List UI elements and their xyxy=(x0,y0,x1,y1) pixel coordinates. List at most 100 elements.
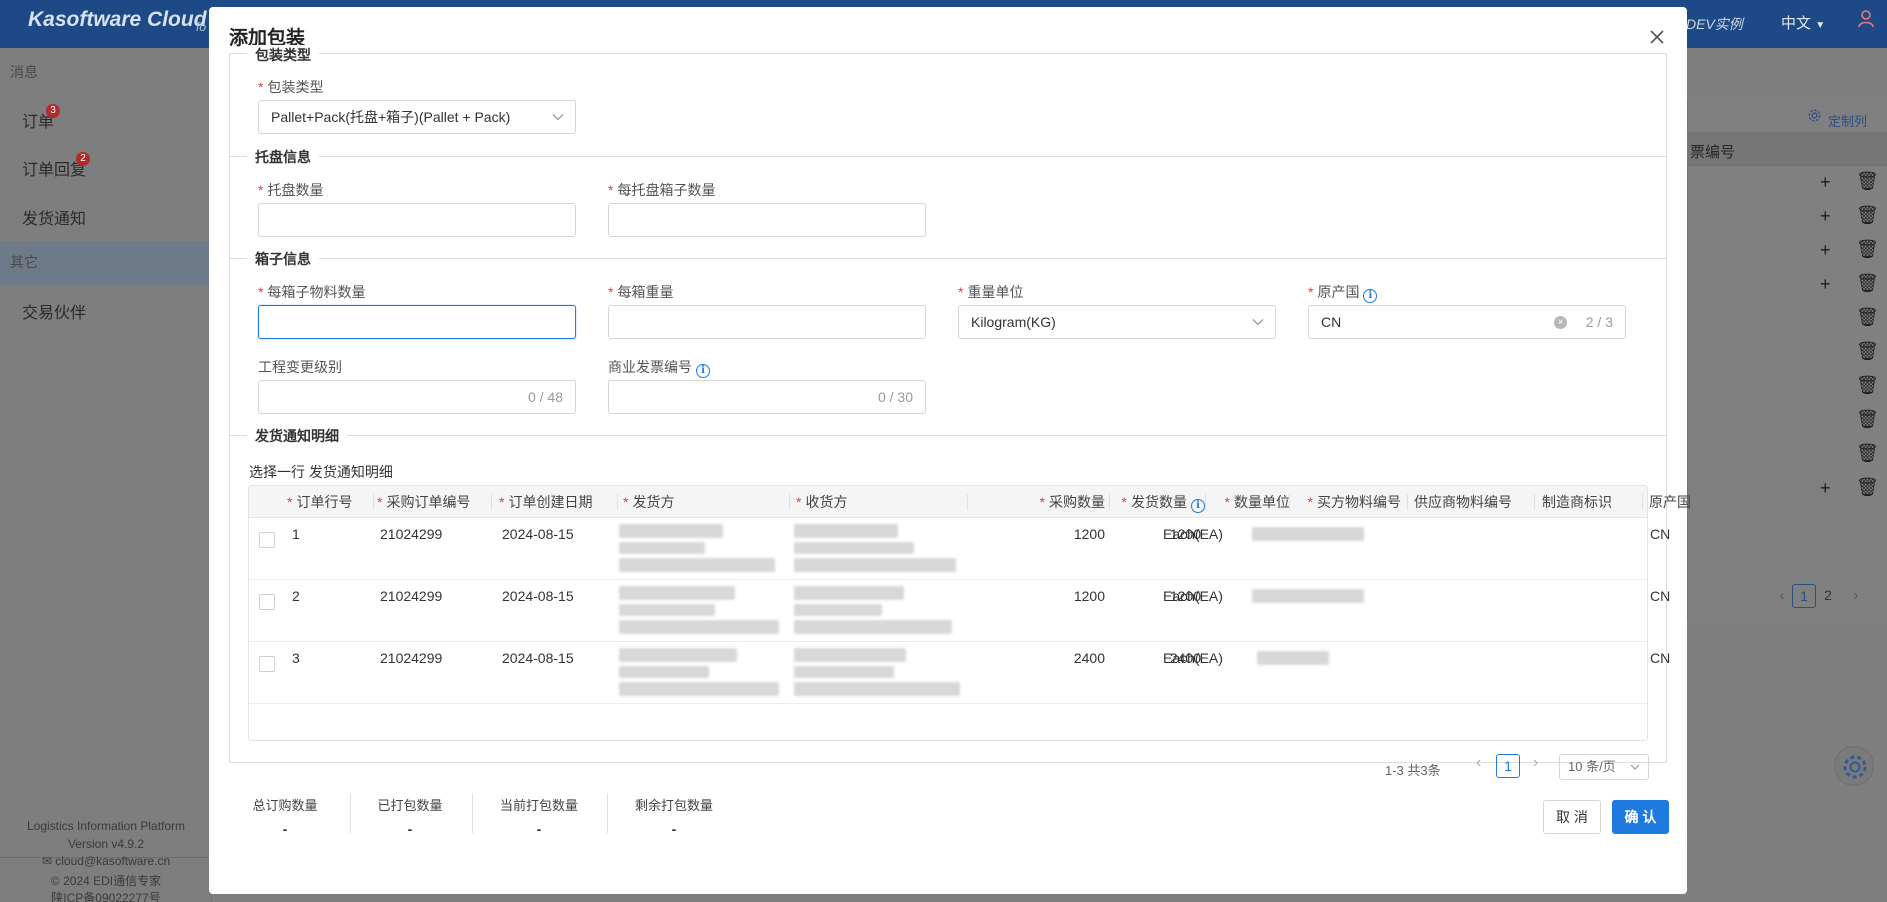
chevron-down-icon xyxy=(552,114,564,121)
delete-icon[interactable]: 🗑 xyxy=(1856,376,1879,394)
cancel-button[interactable]: 取 消 xyxy=(1543,800,1601,834)
delete-icon[interactable]: 🗑 xyxy=(1856,172,1879,190)
section-detail: 发货通知明细 xyxy=(247,426,347,446)
chevron-right-icon[interactable]: › xyxy=(1533,754,1538,772)
page-size-value: 10 条/页 xyxy=(1568,759,1616,774)
stat-divider xyxy=(607,793,608,833)
background-column-header: 票编号 xyxy=(1690,144,1736,161)
package-type-select[interactable]: Pallet+Pack(托盘+箱子)(Pallet + Pack) xyxy=(258,100,576,134)
cell-qty: 2400 xyxy=(1073,650,1105,666)
count-badge: 2 xyxy=(76,152,90,166)
cell-qty: 1200 xyxy=(1073,526,1105,542)
page-size-select[interactable]: 10 条/页 xyxy=(1559,754,1649,780)
sidebar-item-partners[interactable]: 交易伙伴 xyxy=(22,299,86,323)
divider xyxy=(230,258,1666,259)
info-icon[interactable]: i xyxy=(696,364,710,378)
stat-packed-label: 已打包数量 xyxy=(377,798,443,813)
column-header: 制造商标识 xyxy=(1542,494,1612,510)
pallet-count-input[interactable] xyxy=(258,203,576,237)
eng-change-level-label: 工程变更级别 xyxy=(258,359,342,375)
add-icon[interactable]: + xyxy=(1820,241,1831,259)
cell-unit: Each(EA) xyxy=(1163,650,1223,666)
pagination-page-1[interactable]: 1 xyxy=(1496,754,1520,778)
items-per-box-input[interactable] xyxy=(258,305,576,339)
origin-country-input[interactable]: CN × 2 / 3 xyxy=(1308,305,1626,339)
delete-icon[interactable]: 🗑 xyxy=(1856,444,1879,462)
footer-icp[interactable]: 陕ICP备09022277号 xyxy=(0,889,212,902)
section-box-info: 箱子信息 xyxy=(247,249,319,269)
mail-icon: ✉ xyxy=(41,854,52,868)
redacted-text xyxy=(794,524,898,538)
cell-po: 21024299 xyxy=(380,650,443,666)
delete-icon[interactable]: 🗑 xyxy=(1856,274,1879,292)
redacted-text xyxy=(794,558,956,572)
close-icon[interactable] xyxy=(1645,25,1669,49)
stat-current-packing-label: 当前打包数量 xyxy=(499,798,578,813)
language-label: 中文 xyxy=(1781,15,1812,32)
boxes-per-pallet-input[interactable] xyxy=(608,203,926,237)
weight-unit-label: * 重量单位 xyxy=(958,284,1024,300)
background-page-1[interactable]: 1 xyxy=(1792,584,1816,608)
sidebar-item-order-replies[interactable]: 订单回复 2 xyxy=(22,152,90,180)
confirm-button[interactable]: 确 认 xyxy=(1612,800,1669,834)
info-icon[interactable]: i xyxy=(1363,289,1378,303)
delete-icon[interactable]: 🗑 xyxy=(1856,342,1879,360)
table-row[interactable]: 2 21024299 2024-08-15 1200 1200 Each(EA)… xyxy=(249,580,1670,642)
weight-per-box-label: * 每箱重量 xyxy=(608,284,674,300)
stat-divider xyxy=(350,793,351,833)
add-icon[interactable]: + xyxy=(1820,207,1831,225)
add-package-dialog: 添加包装 包装类型 * 包装类型 Pallet+Pack(托盘+箱子)(Palle… xyxy=(209,7,1691,894)
commercial-invoice-input[interactable]: 0 / 30 xyxy=(608,380,926,414)
commercial-invoice-label: 商业发票编号 i xyxy=(608,357,710,378)
redacted-text xyxy=(619,524,723,538)
column-header: 供应商物料编号 xyxy=(1414,494,1512,510)
delete-icon[interactable]: 🗑 xyxy=(1856,478,1879,496)
column-separator xyxy=(1407,494,1408,510)
row-checkbox[interactable] xyxy=(259,594,275,610)
chevron-left-icon[interactable]: ‹ xyxy=(1476,754,1481,772)
column-separator xyxy=(373,494,374,510)
custom-columns-link[interactable]: 定制列 xyxy=(1828,111,1867,130)
cell-po: 21024299 xyxy=(380,526,443,542)
delete-icon[interactable]: 🗑 xyxy=(1856,410,1879,428)
stat-current-packing-value: - xyxy=(536,821,542,837)
weight-per-box-input[interactable] xyxy=(608,305,926,339)
redacted-text xyxy=(794,648,906,662)
instance-label[interactable]: DEV实例 xyxy=(1686,14,1743,34)
footer-copyright: © 2024 EDI通信专家 xyxy=(50,874,162,888)
background-page-2[interactable]: 2 xyxy=(1816,584,1840,608)
footer-platform: Logistics Information Platform xyxy=(26,819,186,833)
row-checkbox[interactable] xyxy=(259,656,275,672)
divider xyxy=(230,435,1666,436)
language-switcher[interactable]: 中文 ▼ xyxy=(1781,12,1825,33)
cell-unit: Each(EA) xyxy=(1163,588,1223,604)
gear-icon[interactable] xyxy=(1808,109,1821,125)
clear-icon[interactable]: × xyxy=(1554,316,1567,329)
chevron-left-icon[interactable]: ‹ xyxy=(1770,584,1794,608)
cell-origin: CN xyxy=(1650,650,1671,666)
footer-email[interactable]: ✉ cloud@kasoftware.cn xyxy=(0,854,212,868)
cell-line: 1 xyxy=(292,526,300,542)
row-checkbox[interactable] xyxy=(259,532,275,548)
redacted-text xyxy=(619,666,709,678)
delete-icon[interactable]: 🗑 xyxy=(1856,240,1879,258)
cell-po: 21024299 xyxy=(380,588,443,604)
table-row[interactable]: 1 21024299 2024-08-15 1200 1200 Each(EA)… xyxy=(249,518,1670,580)
eng-change-level-input[interactable]: 0 / 48 xyxy=(258,380,576,414)
table-row[interactable]: 3 21024299 2024-08-15 2400 2400 Each(EA)… xyxy=(249,642,1670,704)
add-icon[interactable]: + xyxy=(1820,173,1831,191)
delete-icon[interactable]: 🗑 xyxy=(1856,206,1879,224)
chevron-right-icon[interactable]: › xyxy=(1844,584,1868,608)
weight-unit-select[interactable]: Kilogram(KG) xyxy=(958,305,1276,339)
detail-table: * 订单行号 * 采购订单编号 * 订单创建日期 * 发货方 * 收货方 * 采购数量 * 发… xyxy=(248,485,1691,741)
delete-icon[interactable]: 🗑 xyxy=(1856,308,1879,326)
user-icon[interactable] xyxy=(1858,10,1874,33)
sidebar-item-orders[interactable]: 订单 3 xyxy=(22,104,60,132)
weight-unit-value: Kilogram(KG) xyxy=(971,314,1056,330)
redacted-text xyxy=(619,682,779,696)
add-icon[interactable]: + xyxy=(1820,275,1831,293)
add-icon[interactable]: + xyxy=(1820,479,1831,497)
sidebar-item-shipping-notice[interactable]: 发货通知 xyxy=(22,205,86,229)
settings-fab[interactable] xyxy=(1834,746,1874,786)
redacted-text xyxy=(794,620,952,634)
